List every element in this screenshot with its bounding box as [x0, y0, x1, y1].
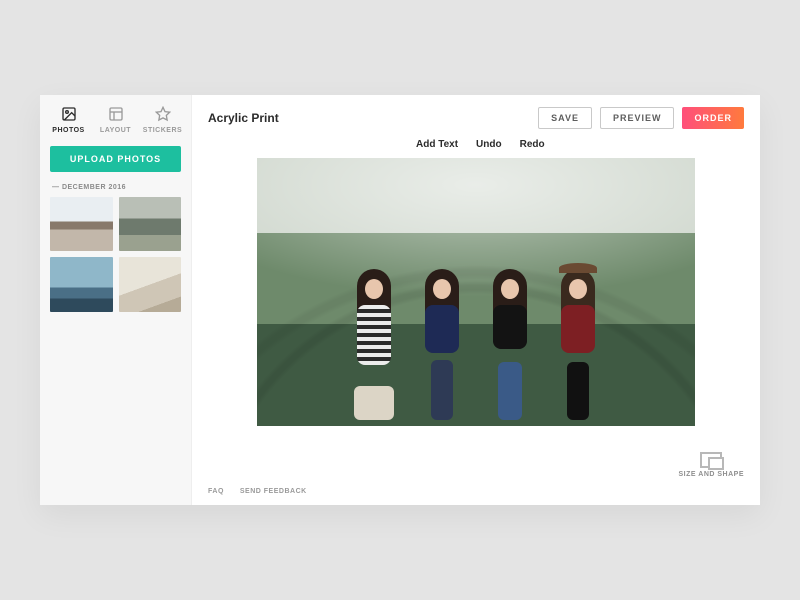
tab-photos[interactable]: PHOTOS — [48, 105, 89, 134]
thumbnail[interactable] — [119, 197, 182, 251]
header-actions: SAVE PREVIEW ORDER — [538, 107, 744, 129]
canvas-area: SIZE AND SHAPE — [192, 158, 760, 482]
thumbnail[interactable] — [119, 257, 182, 311]
photo-group-label: — DECEMBER 2016 — [40, 182, 191, 197]
sidebar: PHOTOS LAYOUT STICKERS UPLOAD PHOTOS — D… — [40, 95, 192, 505]
tab-label: STICKERS — [142, 127, 183, 134]
app-window: PHOTOS LAYOUT STICKERS UPLOAD PHOTOS — D… — [40, 95, 760, 505]
thumbnail[interactable] — [50, 257, 113, 311]
undo-button[interactable]: Undo — [476, 139, 502, 150]
photo-thumbnails — [40, 197, 191, 312]
size-shape-icon — [700, 452, 722, 468]
sidebar-tabs: PHOTOS LAYOUT STICKERS — [40, 95, 191, 140]
canvas-toolbar: Add Text Undo Redo — [192, 135, 760, 158]
photos-icon — [60, 105, 78, 123]
send-feedback-link[interactable]: SEND FEEDBACK — [240, 488, 307, 495]
thumbnail[interactable] — [50, 197, 113, 251]
redo-button[interactable]: Redo — [520, 139, 545, 150]
order-button[interactable]: ORDER — [682, 107, 744, 129]
print-canvas[interactable] — [257, 158, 695, 426]
preview-button[interactable]: PREVIEW — [600, 107, 675, 129]
topbar: Acrylic Print SAVE PREVIEW ORDER — [192, 95, 760, 135]
footer-links: FAQ SEND FEEDBACK — [192, 482, 760, 505]
upload-photos-button[interactable]: UPLOAD PHOTOS — [50, 146, 181, 172]
star-icon — [154, 105, 172, 123]
layout-icon — [107, 105, 125, 123]
faq-link[interactable]: FAQ — [208, 488, 224, 495]
tab-stickers[interactable]: STICKERS — [142, 105, 183, 134]
save-button[interactable]: SAVE — [538, 107, 592, 129]
tab-layout[interactable]: LAYOUT — [95, 105, 136, 134]
tab-label: LAYOUT — [95, 127, 136, 134]
size-and-shape-button[interactable]: SIZE AND SHAPE — [679, 452, 744, 478]
main-panel: Acrylic Print SAVE PREVIEW ORDER Add Tex… — [192, 95, 760, 505]
add-text-button[interactable]: Add Text — [416, 139, 458, 150]
size-shape-label: SIZE AND SHAPE — [679, 471, 744, 478]
canvas-image-content — [257, 260, 695, 426]
tab-label: PHOTOS — [48, 127, 89, 134]
product-title: Acrylic Print — [208, 111, 279, 125]
